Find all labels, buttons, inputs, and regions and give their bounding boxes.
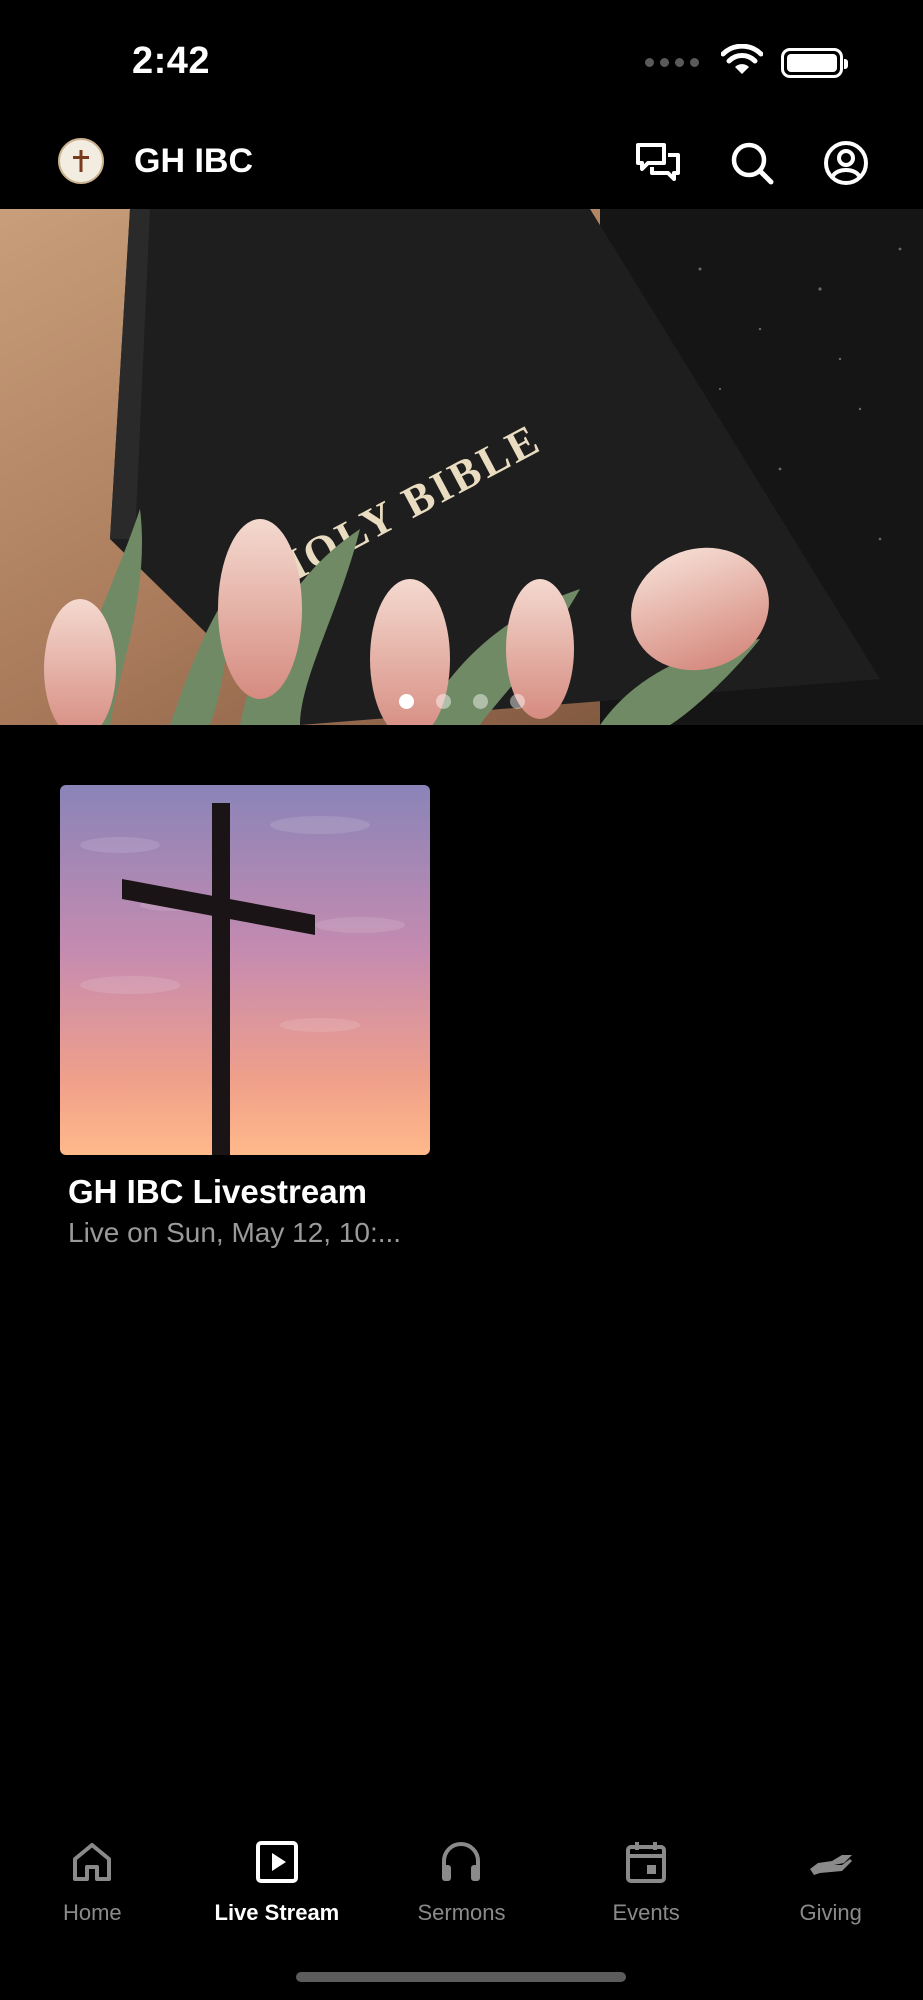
search-icon[interactable] — [727, 138, 777, 188]
carousel-dot[interactable] — [398, 694, 414, 709]
tab-label: Home — [62, 1900, 122, 1925]
banner-image: HOLY BIBLE — [0, 209, 923, 725]
profile-icon[interactable] — [821, 138, 871, 188]
tab-label: Live Stream — [214, 1900, 340, 1925]
carousel-indicator[interactable] — [0, 694, 923, 709]
wifi-icon — [720, 43, 764, 81]
carousel-dot[interactable] — [472, 694, 488, 709]
giving-hand-icon — [805, 1836, 857, 1888]
cellular-dots-icon — [645, 58, 699, 67]
status-time: 2:42 — [132, 40, 211, 82]
tab-home[interactable]: Home — [0, 1826, 185, 1946]
home-icon — [66, 1836, 118, 1888]
livestream-thumbnail[interactable] — [60, 785, 430, 1155]
tab-label: Sermons — [417, 1900, 506, 1925]
tab-giving[interactable]: Giving — [738, 1826, 923, 1946]
status-icons — [645, 43, 848, 81]
app-header: GH IBC — [0, 120, 923, 208]
play-icon — [251, 1836, 303, 1888]
tab-live-stream[interactable]: Live Stream — [185, 1826, 370, 1946]
chat-icon[interactable] — [633, 138, 683, 188]
tab-label: Events — [612, 1900, 680, 1925]
headphones-icon — [435, 1836, 487, 1888]
livestream-card[interactable]: GH IBC Livestream Live on Sun, May 12, 1… — [60, 785, 430, 1249]
banner-carousel[interactable]: HOLY BIBLE — [0, 209, 923, 725]
carousel-dot[interactable] — [509, 694, 525, 709]
calendar-icon — [620, 1836, 672, 1888]
church-logo-icon[interactable] — [58, 138, 104, 184]
bottom-tab-bar: Home Live Stream Sermons Events Giving — [0, 1826, 923, 1946]
header-actions — [633, 138, 871, 188]
livestream-subtitle: Live on Sun, May 12, 10:... — [68, 1217, 402, 1248]
tab-events[interactable]: Events — [554, 1826, 739, 1946]
status-bar: 2:42 — [0, 0, 923, 110]
home-indicator[interactable] — [296, 1972, 626, 1982]
tab-sermons[interactable]: Sermons — [369, 1826, 554, 1946]
livestream-title: GH IBC Livestream — [68, 1173, 367, 1210]
carousel-dot[interactable] — [435, 694, 451, 709]
app-title: GH IBC — [134, 142, 253, 180]
tab-label: Giving — [799, 1900, 862, 1925]
battery-icon — [781, 47, 848, 78]
